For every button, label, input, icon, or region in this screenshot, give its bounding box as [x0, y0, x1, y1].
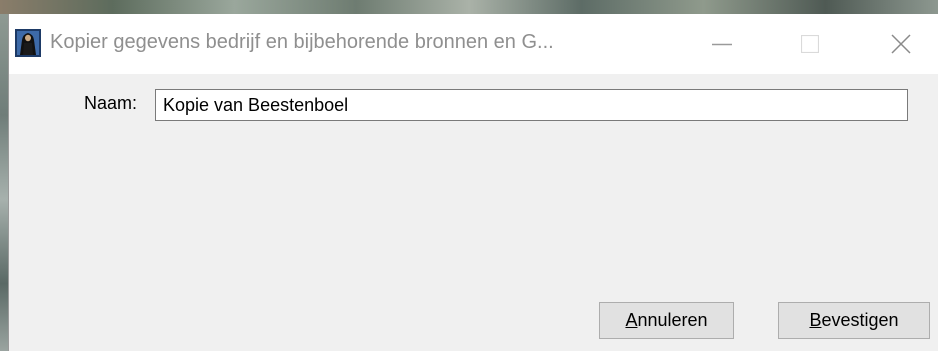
maximize-icon [801, 35, 819, 53]
cancel-label: nnuleren [637, 310, 708, 330]
minimize-button[interactable] [688, 14, 756, 74]
maximize-button [776, 14, 844, 74]
cancel-button[interactable]: Annuleren [599, 302, 734, 339]
cancel-mnemonic: A [625, 310, 638, 330]
close-button[interactable] [867, 14, 935, 74]
desktop-background-top [0, 0, 938, 14]
name-label: Naam: [84, 93, 138, 113]
desktop-background-left [0, 14, 8, 351]
app-icon [15, 29, 41, 57]
confirm-label: evestigen [821, 310, 899, 330]
confirm-mnemonic: B [809, 310, 822, 330]
dialog-client-area: Naam: Annuleren Bevestigen [9, 74, 938, 351]
minimize-icon [712, 43, 732, 46]
window-title: Kopier gegevens bedrijf en bijbehorende … [50, 31, 554, 53]
name-input[interactable] [155, 89, 908, 121]
title-bar[interactable]: Kopier gegevens bedrijf en bijbehorende … [9, 14, 938, 74]
confirm-button[interactable]: Bevestigen [778, 302, 930, 339]
close-icon [891, 34, 911, 54]
dialog-window: Kopier gegevens bedrijf en bijbehorende … [8, 14, 938, 351]
